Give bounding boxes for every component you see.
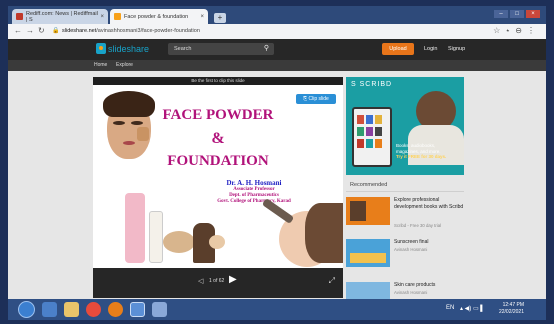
slide-controls: ◁ 1 of 62 ▶ ⤢ xyxy=(93,268,343,298)
recommended-thumbnail[interactable] xyxy=(346,239,390,267)
scribd-ad[interactable]: S SCRIBD Books, audiobooks, magazines, a… xyxy=(346,77,464,175)
browser-toolbar-icons[interactable]: ☆⋆⊖⋮ xyxy=(493,26,540,35)
divider xyxy=(346,191,464,192)
chrome-active-icon[interactable] xyxy=(130,302,145,317)
recommended-thumbnail[interactable] xyxy=(346,282,390,299)
chrome-icon[interactable] xyxy=(86,302,101,317)
back-arrow-icon[interactable]: ← xyxy=(14,26,22,35)
ad-text-line: Books, audiobooks, xyxy=(396,143,436,148)
recommended-meta: Avinash Hosmani xyxy=(394,290,428,295)
window-frame-left xyxy=(0,0,8,324)
slide-author-block: Dr. A. H. Hosmani Associate Professor De… xyxy=(189,179,319,205)
recommended-title[interactable]: Skin care products xyxy=(394,282,464,289)
rediff-favicon-icon xyxy=(16,13,23,20)
lock-icon: 🔒 xyxy=(52,28,60,34)
logo-text: slideshare xyxy=(108,43,150,54)
woman-brush-image xyxy=(261,197,343,268)
clock[interactable]: 12:47 PM 22/02/2021 xyxy=(499,302,524,316)
ad-try-it: Try it xyxy=(396,154,407,159)
recommended-meta: Scribd - Free 30 day trial xyxy=(394,223,442,228)
ad-free-trial: FREE for 30 days. xyxy=(408,154,447,159)
sub-navigation: Home Explore xyxy=(8,60,546,71)
clip-label: Clip slide xyxy=(308,96,329,102)
forward-arrow-icon[interactable]: → xyxy=(26,26,34,35)
minimize-button[interactable]: – xyxy=(494,10,508,18)
fullscreen-icon[interactable]: ⤢ xyxy=(329,276,335,286)
tab-face-powder[interactable]: Face powder & foundation × xyxy=(110,9,208,24)
recommended-title[interactable]: Sunscreen final xyxy=(394,239,464,246)
windows-taskbar: EN ▴ ◀) ▭ ▌ 12:47 PM 22/02/2021 xyxy=(8,299,546,320)
maximize-button[interactable]: □ xyxy=(510,10,524,18)
recommended-thumbnail[interactable] xyxy=(346,197,390,225)
recommended-item[interactable]: Skin care products Avinash Hosmani xyxy=(346,282,464,299)
login-link[interactable]: Login xyxy=(424,43,437,55)
previous-slide-icon[interactable]: ◁ xyxy=(198,277,203,285)
slide-canvas[interactable]: FACE POWDER & FOUNDATION Dr. A. H. Hosma… xyxy=(93,85,343,268)
powder-compact-image xyxy=(163,231,195,253)
pink-bottle-image xyxy=(125,193,145,263)
white-bottle-image xyxy=(149,211,163,263)
recommended-item[interactable]: Explore professional development books w… xyxy=(346,197,464,231)
slide-title-ampersand: & xyxy=(211,130,225,147)
window-frame-bottom xyxy=(0,320,554,324)
window-frame-right xyxy=(546,0,554,324)
author-name: Dr. A. H. Hosmani xyxy=(226,179,282,187)
upload-button[interactable]: Upload xyxy=(382,43,414,55)
clock-date: 22/02/2021 xyxy=(498,309,524,315)
recommended-title[interactable]: Explore professional development books w… xyxy=(394,197,464,210)
clock-time: 12:47 PM xyxy=(502,302,524,308)
app-icon[interactable] xyxy=(152,302,167,317)
tab-title: Face powder & foundation xyxy=(124,13,189,20)
recommended-item[interactable]: Sunscreen final Avinash Hosmani xyxy=(346,239,464,273)
search-input[interactable]: Search ⚲ xyxy=(168,43,274,55)
tab-rediff[interactable]: Rediff.com: News | Rediffmail | S × xyxy=(12,9,108,24)
url-path: /avinashhosmani3/face-powder-foundation xyxy=(96,28,200,34)
tray-icons[interactable]: ▴ ◀) ▭ ▌ xyxy=(460,305,485,312)
slide-title-line2: FOUNDATION xyxy=(167,153,269,169)
browser-tab-bar: Rediff.com: News | Rediffmail | S × Face… xyxy=(8,6,546,24)
window-controls: – □ × xyxy=(494,10,540,18)
start-button[interactable] xyxy=(18,301,35,318)
language-indicator[interactable]: EN xyxy=(446,305,454,311)
nav-home[interactable]: Home xyxy=(94,60,107,71)
close-tab-icon[interactable]: × xyxy=(100,14,104,20)
slideshare-header: slideshare Search ⚲ Upload Login Signup xyxy=(8,39,546,60)
clip-slide-button[interactable]: ⎘ Clip slide xyxy=(296,94,336,104)
slideshare-favicon-icon xyxy=(114,13,121,20)
address-bar: ← → ↻ 🔒 slideshare.net/avinashhosmani3/f… xyxy=(8,24,546,40)
slide-title-line1: FACE POWDER xyxy=(162,107,274,123)
window-close-button[interactable]: × xyxy=(526,10,540,18)
ad-text: Books, audiobooks, magazines, and more. … xyxy=(396,143,462,160)
ad-phone-image xyxy=(352,107,392,167)
reload-icon[interactable]: ↻ xyxy=(38,26,45,35)
search-placeholder: Search xyxy=(174,46,192,52)
signup-link[interactable]: Signup xyxy=(448,43,465,55)
scribd-logo: S SCRIBD xyxy=(351,81,393,88)
new-tab-button[interactable]: + xyxy=(214,13,226,23)
next-slide-icon[interactable]: ▶ xyxy=(229,274,237,285)
close-tab-icon[interactable]: × xyxy=(200,14,204,20)
url-domain: slideshare.net xyxy=(62,28,97,34)
ad-text-line: magazines, and more. xyxy=(396,148,441,154)
page-counter: 1 of 62 xyxy=(209,278,225,284)
recommended-meta: Avinash Hosmani xyxy=(394,247,428,252)
explorer-icon[interactable] xyxy=(64,302,79,317)
search-icon[interactable]: ⚲ xyxy=(264,44,269,52)
slideshare-logo[interactable]: slideshare xyxy=(96,43,149,54)
url-field[interactable]: slideshare.net/avinashhosmani3/face-powd… xyxy=(62,26,442,37)
ie-icon[interactable] xyxy=(42,302,57,317)
recommended-heading: Recommended xyxy=(350,182,388,188)
puff-image xyxy=(209,235,225,249)
firefox-icon[interactable] xyxy=(108,302,123,317)
nav-explore[interactable]: Explore xyxy=(116,60,133,71)
tab-title: Rediff.com: News | Rediffmail | S xyxy=(26,10,98,23)
slideshare-logo-icon xyxy=(96,43,106,54)
clip-notice: Be the first to clip this slide xyxy=(93,77,343,85)
